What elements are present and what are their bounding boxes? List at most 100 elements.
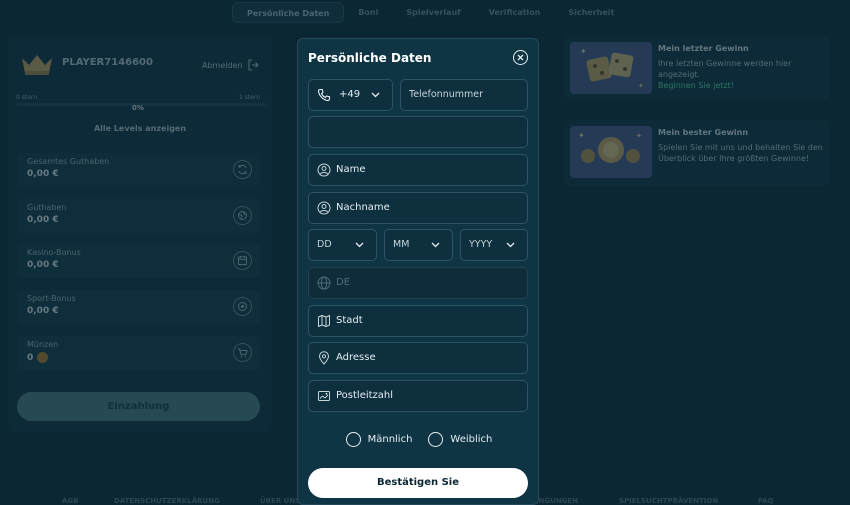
svg-text:✦: ✦	[578, 131, 585, 140]
tab-security[interactable]: Sicherheit	[554, 2, 628, 23]
coins-value: 0	[27, 352, 34, 363]
refresh-icon[interactable]	[233, 160, 252, 179]
birth-year-select[interactable]: YYYY	[460, 229, 528, 261]
svg-text:✦: ✦	[638, 82, 644, 90]
stat-value: 0,00 €	[27, 306, 59, 316]
coin-icon	[37, 352, 49, 363]
country-value: DE	[336, 277, 351, 288]
map-icon	[318, 315, 330, 327]
close-button[interactable]	[513, 50, 528, 65]
stat-value: 0,00 €	[27, 260, 59, 270]
country-field: DE	[308, 267, 528, 299]
close-icon	[517, 54, 524, 61]
radio-circle	[345, 432, 361, 447]
profile-tabs: Persönliche Daten Boni Spielverlauf Veri…	[232, 2, 628, 23]
tab-game-history[interactable]: Spielverlauf	[392, 2, 474, 23]
last-win-description: Ihre letzten Gewinne werden hier angezei…	[658, 59, 792, 79]
radio-circle	[428, 432, 444, 447]
logout-label: Abmelden	[202, 60, 243, 70]
calendar-icon	[233, 251, 252, 270]
stat-label: Münzen	[27, 340, 59, 349]
deposit-button[interactable]: Einzahlung	[17, 392, 260, 421]
city-input[interactable]: Stadt	[308, 305, 528, 337]
tab-bonuses[interactable]: Boni	[344, 2, 392, 23]
gender-female-label: Weiblich	[450, 434, 493, 445]
svg-text:✦: ✦	[580, 47, 587, 56]
birth-day-select[interactable]: DD	[308, 229, 377, 261]
phone-icon	[317, 88, 331, 102]
level-current: 0 stern	[16, 94, 38, 101]
surname-input[interactable]: Nachname	[308, 192, 528, 224]
all-levels-link[interactable]: Alle Levels anzeigen	[8, 124, 272, 133]
month-placeholder: MM	[393, 239, 410, 250]
address-placeholder: Adresse	[336, 352, 376, 363]
chevron-down-icon	[431, 242, 440, 248]
globe-icon	[317, 276, 331, 290]
personal-data-modal: Persönliche Daten +49 Telefonnummer Name…	[297, 38, 539, 505]
gender-male-label: Männlich	[367, 434, 413, 445]
zip-input[interactable]: Postleitzahl	[308, 380, 528, 412]
birth-month-select[interactable]: MM	[384, 229, 453, 261]
footer-link-responsible-gaming[interactable]: SPIELSUCHTPRÄVENTION	[619, 497, 718, 505]
gender-options: Männlich Weiblich	[298, 432, 540, 447]
stat-total-balance: Gesamtes Guthaben 0,00 €	[17, 153, 260, 187]
address-input[interactable]: Adresse	[308, 342, 528, 374]
gender-female-radio[interactable]: Weiblich	[428, 432, 492, 447]
stat-value: 0,00 €	[27, 169, 59, 179]
footer-link-faq[interactable]: FAQ	[758, 497, 773, 505]
best-win-card: ✦ ✦ Mein bester Gewinn Spielen Sie mit un…	[564, 120, 830, 186]
phone-placeholder: Telefonnummer	[409, 89, 483, 100]
year-placeholder: YYYY	[469, 239, 493, 250]
location-pin-icon	[318, 351, 330, 365]
confirm-button[interactable]: Bestätigen Sie	[308, 468, 528, 498]
stat-label: Guthaben	[27, 203, 67, 212]
chevron-down-icon	[506, 242, 515, 248]
stat-label: Sport-Bonus	[27, 294, 76, 303]
city-placeholder: Stadt	[336, 315, 363, 326]
tab-personal-data[interactable]: Persönliche Daten	[232, 2, 345, 23]
level-next: 1 stern	[238, 94, 260, 101]
player-name: PLAYER7146600	[62, 57, 153, 68]
modal-title: Persönliche Daten	[308, 51, 432, 65]
stat-coins: Münzen 0	[17, 336, 260, 370]
zip-placeholder: Postleitzahl	[336, 390, 394, 401]
footer-link-about[interactable]: ÜBER UNS	[260, 497, 300, 505]
stat-casino-bonus: Kasino-Bonus 0,00 €	[17, 244, 260, 278]
gender-male-radio[interactable]: Männlich	[345, 432, 413, 447]
ball-icon	[233, 297, 252, 316]
best-win-text: Spielen Sie mit uns und behalten Sie den…	[658, 143, 823, 163]
globe-icon	[233, 206, 252, 225]
footer-link-privacy[interactable]: DATENSCHUTZERKLÄRUNG	[114, 497, 220, 505]
logout-button[interactable]: Abmelden	[202, 59, 259, 71]
crown-icon	[22, 55, 52, 75]
cart-icon[interactable]	[233, 343, 252, 362]
last-win-text: Ihre letzten Gewinne werden hier angezei…	[658, 58, 830, 91]
name-input[interactable]: Name	[308, 154, 528, 186]
user-icon	[317, 163, 331, 177]
level-progress-text: 0%	[132, 104, 144, 112]
stat-balance: Guthaben 0,00 €	[17, 199, 260, 233]
last-win-title: Mein letzter Gewinn	[658, 44, 749, 53]
last-win-card: ✦ ✦ Mein letzter Gewinn Ihre letzten Gewi…	[564, 36, 830, 100]
phone-input[interactable]: Telefonnummer	[400, 79, 528, 111]
chevron-down-icon	[355, 242, 364, 248]
svg-text:✦: ✦	[636, 132, 642, 140]
email-field[interactable]	[308, 116, 528, 148]
profile-card: PLAYER7146600 Abmelden 0 stern 1 stern 0…	[8, 36, 272, 432]
name-placeholder: Name	[336, 164, 366, 175]
footer-link-agb[interactable]: AGB	[62, 497, 79, 505]
stat-label: Gesamtes Guthaben	[27, 157, 110, 166]
stat-sport-bonus: Sport-Bonus 0,00 €	[17, 290, 260, 324]
stat-label: Kasino-Bonus	[27, 248, 81, 257]
stat-value-row: 0	[27, 352, 49, 363]
chevron-down-icon	[371, 92, 380, 98]
mailbox-icon	[318, 391, 330, 401]
user-icon	[317, 201, 331, 215]
tab-verification[interactable]: Verification	[475, 2, 555, 23]
start-now-link[interactable]: Beginnen Sie jetzt!	[658, 80, 830, 91]
surname-placeholder: Nachname	[336, 202, 390, 213]
best-win-title: Mein bester Gewinn	[658, 128, 749, 137]
country-code-select[interactable]: +49	[308, 79, 393, 111]
stat-value: 0,00 €	[27, 215, 59, 225]
country-code-value: +49	[339, 89, 361, 100]
